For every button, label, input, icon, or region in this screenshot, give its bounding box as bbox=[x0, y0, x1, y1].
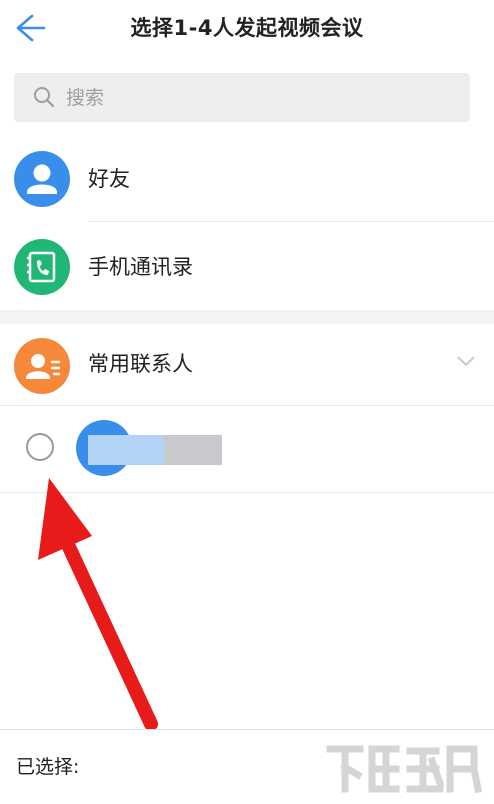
frequent-contacts-label: 常用联系人 bbox=[88, 352, 193, 376]
title-bar: 选择1-4人发起视频会议 bbox=[0, 0, 494, 56]
blurred-name-part bbox=[88, 435, 164, 465]
contact-card-icon bbox=[14, 338, 70, 394]
phone-contacts-label: 手机通讯录 bbox=[88, 255, 193, 279]
frequent-contacts-header[interactable]: 常用联系人 bbox=[0, 324, 494, 406]
search-icon bbox=[34, 87, 55, 108]
chevron-down-icon[interactable] bbox=[456, 354, 476, 368]
search-input[interactable] bbox=[66, 73, 446, 122]
person-icon bbox=[14, 151, 70, 207]
friends-item[interactable]: 好友 bbox=[0, 134, 494, 222]
friends-label: 好友 bbox=[88, 167, 130, 191]
selected-count-label: 已选择: bbox=[16, 756, 80, 778]
select-radio[interactable] bbox=[26, 433, 54, 461]
divider bbox=[0, 492, 494, 493]
phone-contacts-item[interactable]: 手机通讯录 bbox=[0, 222, 494, 310]
search-bar[interactable] bbox=[14, 73, 470, 122]
blurred-name-part bbox=[164, 435, 222, 465]
watermark-logo bbox=[326, 745, 483, 794]
section-divider bbox=[0, 310, 494, 324]
phone-book-icon bbox=[14, 239, 70, 295]
contact-item[interactable] bbox=[0, 406, 494, 492]
page-title: 选择1-4人发起视频会议 bbox=[130, 16, 364, 40]
